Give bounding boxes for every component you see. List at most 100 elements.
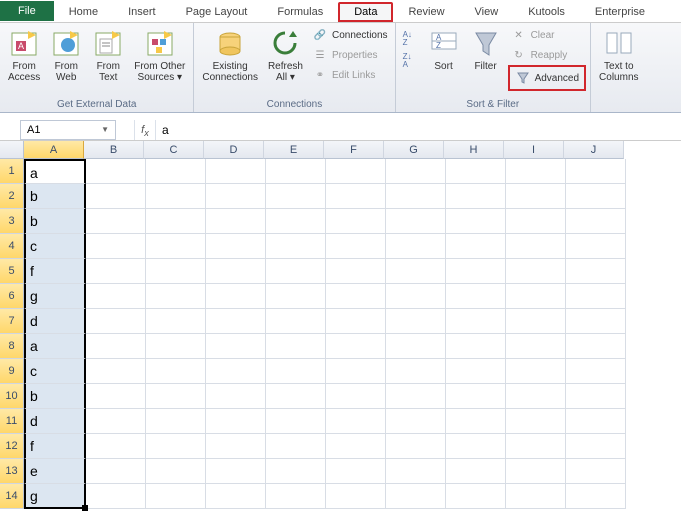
cell-G4[interactable]	[386, 234, 446, 259]
cell-C7[interactable]	[146, 309, 206, 334]
from-text-button[interactable]: From Text	[88, 25, 128, 83]
advanced-button[interactable]: Advanced	[512, 68, 582, 88]
column-header-B[interactable]: B	[84, 141, 144, 159]
row-header-10[interactable]: 10	[0, 384, 24, 409]
cell-D13[interactable]	[206, 459, 266, 484]
cell-A13[interactable]: e	[24, 459, 86, 484]
refresh-all-button[interactable]: Refresh All ▾	[264, 25, 307, 83]
cell-E9[interactable]	[266, 359, 326, 384]
row-header-12[interactable]: 12	[0, 434, 24, 459]
cell-J3[interactable]	[566, 209, 626, 234]
cell-G10[interactable]	[386, 384, 446, 409]
cell-E13[interactable]	[266, 459, 326, 484]
tab-data[interactable]: Data	[338, 2, 393, 22]
column-header-F[interactable]: F	[324, 141, 384, 159]
row-header-5[interactable]: 5	[0, 259, 24, 284]
cell-F10[interactable]	[326, 384, 386, 409]
cell-H14[interactable]	[446, 484, 506, 509]
cell-G3[interactable]	[386, 209, 446, 234]
cell-E7[interactable]	[266, 309, 326, 334]
cell-E10[interactable]	[266, 384, 326, 409]
cell-J14[interactable]	[566, 484, 626, 509]
edit-links-button[interactable]: ⚭Edit Links	[309, 65, 391, 85]
cell-E11[interactable]	[266, 409, 326, 434]
cell-G2[interactable]	[386, 184, 446, 209]
cell-G1[interactable]	[386, 159, 446, 184]
tab-kutools[interactable]: Kutools	[513, 1, 580, 22]
cell-H1[interactable]	[446, 159, 506, 184]
cell-F6[interactable]	[326, 284, 386, 309]
cell-B9[interactable]	[86, 359, 146, 384]
cell-C6[interactable]	[146, 284, 206, 309]
cell-C11[interactable]	[146, 409, 206, 434]
cell-G11[interactable]	[386, 409, 446, 434]
cell-D10[interactable]	[206, 384, 266, 409]
tab-pagelayout[interactable]: Page Layout	[171, 1, 263, 22]
cell-G14[interactable]	[386, 484, 446, 509]
cell-A12[interactable]: f	[24, 434, 86, 459]
cell-I7[interactable]	[506, 309, 566, 334]
cell-C9[interactable]	[146, 359, 206, 384]
connections-button[interactable]: 🔗Connections	[309, 25, 391, 45]
cell-C8[interactable]	[146, 334, 206, 359]
cell-A11[interactable]: d	[24, 409, 86, 434]
cell-C14[interactable]	[146, 484, 206, 509]
cell-D14[interactable]	[206, 484, 266, 509]
cell-B11[interactable]	[86, 409, 146, 434]
cell-I2[interactable]	[506, 184, 566, 209]
row-header-6[interactable]: 6	[0, 284, 24, 309]
properties-button[interactable]: ☰Properties	[309, 45, 391, 65]
tab-review[interactable]: Review	[393, 1, 459, 22]
cell-A6[interactable]: g	[24, 284, 86, 309]
tab-view[interactable]: View	[460, 1, 514, 22]
cell-B5[interactable]	[86, 259, 146, 284]
cell-J6[interactable]	[566, 284, 626, 309]
sort-button[interactable]: AZ Sort	[424, 25, 464, 72]
row-header-14[interactable]: 14	[0, 484, 24, 509]
row-header-7[interactable]: 7	[0, 309, 24, 334]
cell-I6[interactable]	[506, 284, 566, 309]
row-header-3[interactable]: 3	[0, 209, 24, 234]
cell-F8[interactable]	[326, 334, 386, 359]
cell-J11[interactable]	[566, 409, 626, 434]
name-box-dropdown-icon[interactable]: ▼	[101, 125, 109, 134]
tab-home[interactable]: Home	[54, 1, 113, 22]
cell-E14[interactable]	[266, 484, 326, 509]
cell-D8[interactable]	[206, 334, 266, 359]
cell-A14[interactable]: g	[24, 484, 86, 509]
filter-button[interactable]: Filter	[466, 25, 506, 72]
column-header-E[interactable]: E	[264, 141, 324, 159]
cell-B14[interactable]	[86, 484, 146, 509]
name-box[interactable]: A1 ▼	[20, 120, 116, 140]
cell-J10[interactable]	[566, 384, 626, 409]
cell-I10[interactable]	[506, 384, 566, 409]
cell-A8[interactable]: a	[24, 334, 86, 359]
cell-D9[interactable]	[206, 359, 266, 384]
select-all-corner[interactable]	[0, 141, 24, 159]
cell-H2[interactable]	[446, 184, 506, 209]
row-header-4[interactable]: 4	[0, 234, 24, 259]
cell-H9[interactable]	[446, 359, 506, 384]
tab-formulas[interactable]: Formulas	[262, 1, 338, 22]
cell-I4[interactable]	[506, 234, 566, 259]
cell-F1[interactable]	[326, 159, 386, 184]
cell-H6[interactable]	[446, 284, 506, 309]
cell-G6[interactable]	[386, 284, 446, 309]
cell-G5[interactable]	[386, 259, 446, 284]
formula-input[interactable]: a	[156, 123, 175, 137]
cell-J7[interactable]	[566, 309, 626, 334]
sort-az-button[interactable]: A↓Z	[400, 29, 422, 49]
cell-J5[interactable]	[566, 259, 626, 284]
existing-connections-button[interactable]: Existing Connections	[198, 25, 262, 83]
tab-file[interactable]: File	[0, 1, 54, 21]
cell-H13[interactable]	[446, 459, 506, 484]
cell-F13[interactable]	[326, 459, 386, 484]
cell-E6[interactable]	[266, 284, 326, 309]
cell-E4[interactable]	[266, 234, 326, 259]
cell-E2[interactable]	[266, 184, 326, 209]
cell-A5[interactable]: f	[24, 259, 86, 284]
cell-H10[interactable]	[446, 384, 506, 409]
cell-A7[interactable]: d	[24, 309, 86, 334]
from-other-sources-button[interactable]: From Other Sources ▾	[130, 25, 189, 83]
cell-C12[interactable]	[146, 434, 206, 459]
